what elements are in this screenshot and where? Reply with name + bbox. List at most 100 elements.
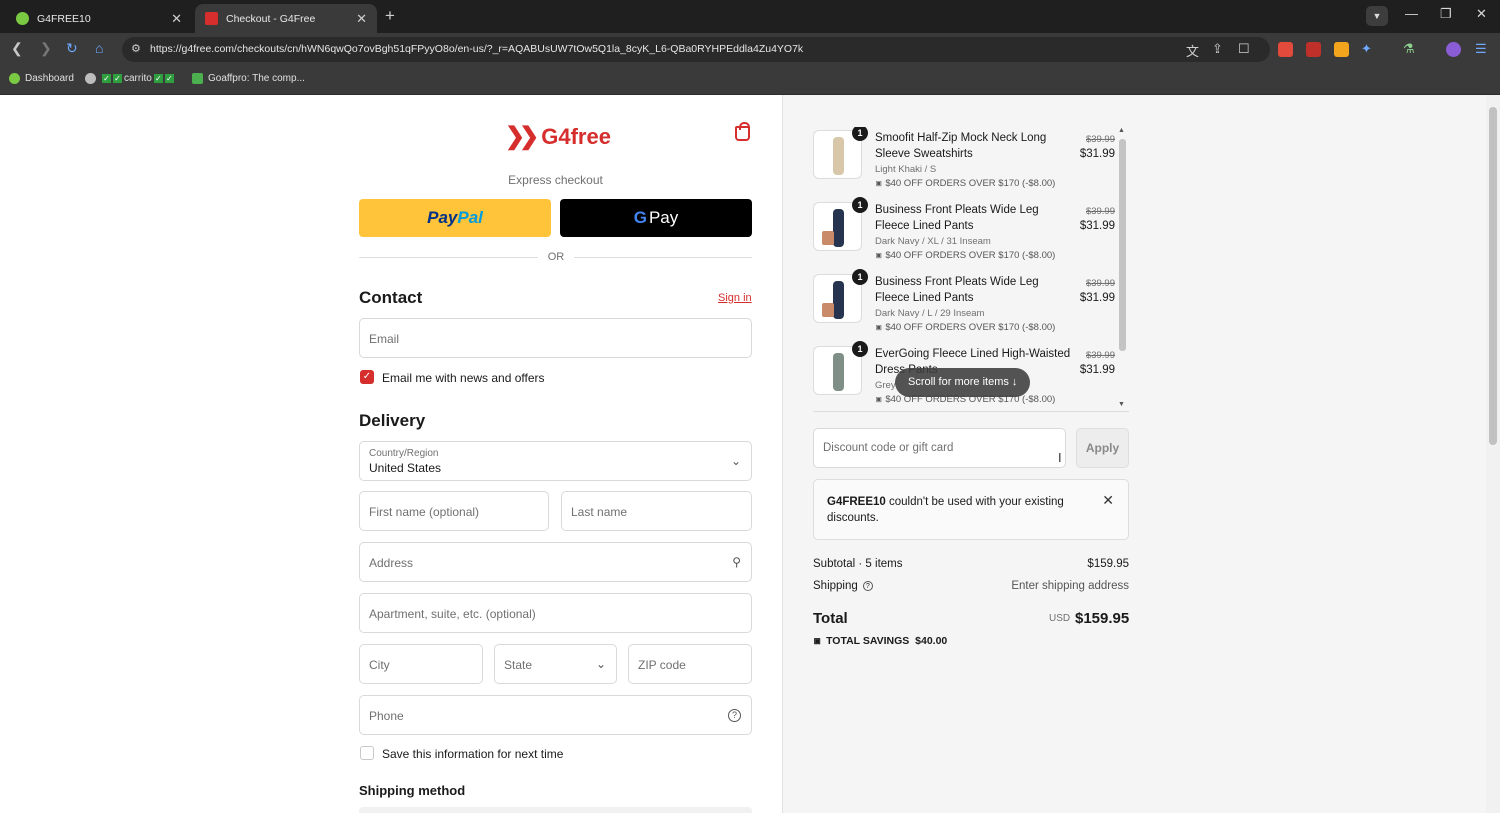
- minimize-icon[interactable]: —: [1405, 6, 1418, 21]
- notice-text: G4FREE10 couldn't be used with your exis…: [827, 494, 1079, 526]
- phone-placeholder: Phone: [369, 709, 404, 723]
- express-checkout-label: Express checkout: [508, 173, 603, 187]
- address-field[interactable]: Address ⚲: [359, 542, 752, 582]
- window-close-icon[interactable]: ✕: [1476, 6, 1487, 22]
- state-select[interactable]: State ⌄: [494, 644, 617, 684]
- cart-item: 1 Business Front Pleats Wide Leg Fleece L…: [813, 197, 1129, 271]
- savings-value: $40.00: [915, 635, 948, 647]
- dashboard-favicon-icon: [9, 73, 20, 84]
- search-icon: ⚲: [732, 555, 741, 569]
- url-text[interactable]: https://g4free.com/checkouts/cn/hWN6qwQo…: [150, 43, 803, 55]
- apartment-placeholder: Apartment, suite, etc. (optional): [369, 607, 536, 621]
- close-icon[interactable]: ✕: [1102, 492, 1114, 509]
- bookmark-dashboard[interactable]: Dashboard: [9, 73, 74, 84]
- logo-chevrons-icon: ❯❯: [505, 123, 539, 150]
- extensions-puzzle-icon[interactable]: ✦: [1361, 41, 1372, 57]
- quantity-badge: 1: [852, 197, 868, 213]
- new-tab-icon[interactable]: +: [385, 6, 395, 26]
- tab-search-icon[interactable]: ▼: [1366, 6, 1388, 26]
- sign-in-link[interactable]: Sign in: [718, 292, 752, 304]
- tag-icon: ◈: [872, 393, 886, 406]
- total-currency: USD: [1049, 613, 1071, 624]
- bookmark-label: carrito: [124, 73, 152, 84]
- zip-field[interactable]: ZIP code: [628, 644, 752, 684]
- last-name-field[interactable]: Last name: [561, 491, 752, 531]
- contact-heading: Contact: [359, 288, 423, 307]
- country-select[interactable]: Country/Region United States ⌄: [359, 441, 752, 481]
- back-icon[interactable]: ❮: [11, 40, 23, 57]
- site-info-icon[interactable]: ⚙: [131, 42, 141, 55]
- restore-icon[interactable]: ❐: [1440, 6, 1452, 22]
- discount-code-field[interactable]: Discount code or gift card I: [813, 428, 1066, 468]
- scrollbar-thumb[interactable]: [1489, 107, 1497, 445]
- help-circle-icon[interactable]: ?: [728, 709, 741, 722]
- tab-close-icon[interactable]: ✕: [356, 11, 367, 27]
- tag-icon: ◈: [872, 321, 886, 334]
- tab-checkout[interactable]: Checkout - G4Free ✕: [195, 4, 377, 33]
- profile-avatar-icon[interactable]: [1446, 42, 1461, 57]
- page-scrollbar[interactable]: [1486, 95, 1500, 813]
- store-name: G4free: [541, 123, 611, 149]
- share-icon[interactable]: ⇪: [1212, 41, 1223, 57]
- store-logo[interactable]: ❯❯ G4free: [505, 122, 611, 151]
- scroll-down-icon[interactable]: ▼: [1118, 401, 1125, 408]
- shipping-method-box: [359, 807, 752, 813]
- product-image: [833, 209, 844, 247]
- apartment-field[interactable]: Apartment, suite, etc. (optional): [359, 593, 752, 633]
- checkout-page: ❯❯ G4free Express checkout PayPal G Pay O…: [0, 95, 1500, 813]
- product-image-detail: [822, 231, 834, 245]
- discount-text: $40 OFF ORDERS OVER $170 (-$8.00): [885, 322, 1056, 333]
- cart-list-scrollbar[interactable]: ▲ ▼: [1118, 127, 1127, 411]
- menu-icon[interactable]: ☰: [1475, 41, 1487, 57]
- bookmark-goaffpro[interactable]: Goaffpro: The comp...: [192, 73, 305, 84]
- apply-button[interactable]: Apply: [1076, 428, 1129, 468]
- extension-icon[interactable]: [1306, 42, 1321, 57]
- bookmark-icon[interactable]: ☐: [1238, 41, 1250, 57]
- tab-favicon-icon: [205, 12, 218, 25]
- product-discount: ◈$40 OFF ORDERS OVER $170 (-$8.00): [872, 321, 1056, 334]
- browser-toolbar: ❮ ❯ ↻ ⌂ ⚙ https://g4free.com/checkouts/c…: [0, 33, 1500, 66]
- extension-icon[interactable]: [1334, 42, 1349, 57]
- globe-icon: [85, 73, 96, 84]
- city-field[interactable]: City: [359, 644, 483, 684]
- save-info-checkbox[interactable]: [360, 746, 374, 760]
- subtotal-value: $159.95: [1087, 558, 1129, 570]
- discount-placeholder: Discount code or gift card: [823, 442, 954, 454]
- checkout-form-column: ❯❯ G4free Express checkout PayPal G Pay O…: [0, 95, 782, 813]
- bookmark-label: Goaffpro: The comp...: [208, 73, 305, 84]
- first-name-field[interactable]: First name (optional): [359, 491, 549, 531]
- home-icon[interactable]: ⌂: [95, 40, 103, 56]
- divider: [813, 411, 1129, 412]
- product-image: [833, 353, 844, 391]
- order-summary-column: 1 Smoofit Half-Zip Mock Neck Long Sleeve …: [782, 95, 1486, 813]
- product-variant: Dark Navy / XL / 31 Inseam: [875, 236, 991, 247]
- scroll-up-icon[interactable]: ▲: [1118, 127, 1125, 134]
- discount-text: $40 OFF ORDERS OVER $170 (-$8.00): [885, 250, 1056, 261]
- subtotal-label: Subtotal · 5 items: [813, 558, 903, 570]
- email-field[interactable]: Email: [359, 318, 752, 358]
- scrollbar-thumb[interactable]: [1119, 139, 1126, 351]
- product-variant: Dark Navy / L / 29 Inseam: [875, 308, 985, 319]
- paypal-button[interactable]: PayPal: [359, 199, 551, 237]
- reload-icon[interactable]: ↻: [66, 40, 78, 57]
- address-bar[interactable]: ⚙ https://g4free.com/checkouts/cn/hWN6qw…: [122, 37, 1270, 62]
- check-icon: ✓: [164, 74, 174, 83]
- subtotal-row: Subtotal · 5 items $159.95: [813, 558, 1129, 570]
- scroll-more-items-pill[interactable]: Scroll for more items ↓: [895, 368, 1031, 397]
- tab-close-icon[interactable]: ✕: [171, 11, 182, 27]
- tab-g4free10[interactable]: G4FREE10 ✕: [6, 4, 192, 33]
- shopping-bag-icon[interactable]: [735, 122, 750, 141]
- extension-icon[interactable]: [1278, 42, 1293, 57]
- bookmark-carrito[interactable]: ✓ ✓ carrito ✓ ✓: [85, 73, 175, 84]
- forward-icon[interactable]: ❯: [40, 40, 52, 57]
- google-pay-button[interactable]: G Pay: [560, 199, 752, 237]
- phone-field[interactable]: Phone ?: [359, 695, 752, 735]
- text-cursor-icon: I: [1058, 450, 1062, 465]
- labs-flask-icon[interactable]: ⚗: [1403, 41, 1415, 57]
- newsletter-checkbox[interactable]: ✓: [360, 370, 374, 384]
- chevron-down-icon: ⌄: [595, 657, 606, 671]
- shipping-label: Shipping: [813, 580, 858, 592]
- help-circle-icon[interactable]: ?: [862, 581, 873, 591]
- original-price: $39.99: [1085, 350, 1115, 361]
- translate-icon[interactable]: 文: [1186, 41, 1199, 60]
